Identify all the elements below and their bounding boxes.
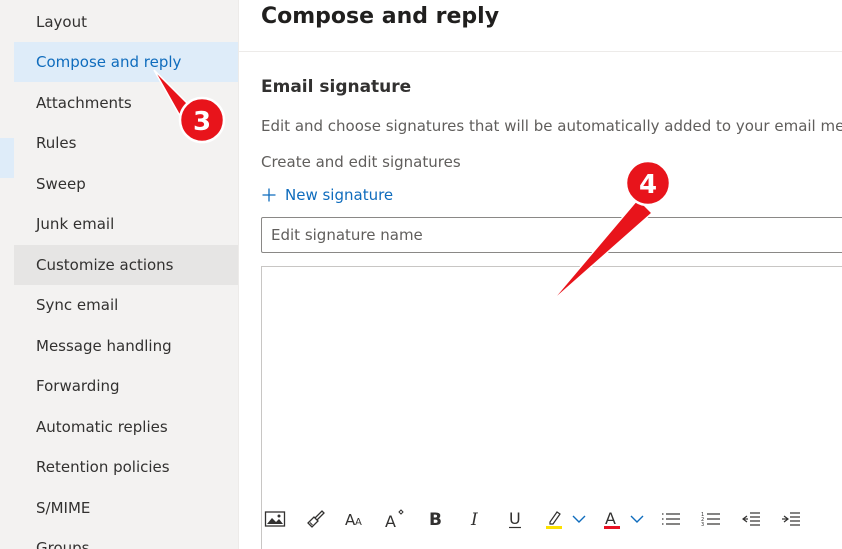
sidebar-item-sweep[interactable]: Sweep	[14, 164, 238, 204]
numbering-icon[interactable]: 123	[697, 505, 725, 533]
italic-icon[interactable]: I	[461, 505, 489, 533]
svg-text:I: I	[470, 510, 478, 528]
svg-text:A: A	[385, 512, 396, 529]
svg-text:A: A	[605, 509, 616, 528]
svg-text:U: U	[509, 509, 521, 528]
sidebar-item-compose-and-reply[interactable]: Compose and reply	[14, 42, 238, 82]
chevron-down-icon[interactable]	[629, 505, 645, 533]
sidebar-item-retention-policies[interactable]: Retention policies	[14, 447, 238, 487]
sidebar-item-smime[interactable]: S/MIME	[14, 488, 238, 528]
create-signatures-label: Create and edit signatures	[261, 153, 461, 171]
font-size-icon[interactable]: AA	[341, 505, 369, 533]
settings-content: Compose and reply Email signature Edit a…	[239, 0, 842, 549]
sidebar-item-attachments[interactable]: Attachments	[14, 83, 238, 123]
decrease-indent-icon[interactable]	[737, 505, 765, 533]
format-painter-icon[interactable]	[301, 505, 329, 533]
svg-text:3: 3	[701, 522, 704, 527]
sidebar-item-rules[interactable]: Rules	[14, 123, 238, 163]
underline-icon[interactable]: U	[501, 505, 529, 533]
sidebar-item-customize-actions[interactable]: Customize actions	[14, 245, 238, 285]
font-color-icon[interactable]: A	[599, 505, 627, 533]
svg-text:A: A	[355, 517, 362, 528]
app-rail	[0, 0, 14, 549]
sidebar-item-automatic-replies[interactable]: Automatic replies	[14, 407, 238, 447]
sidebar-item-sync-email[interactable]: Sync email	[14, 285, 238, 325]
formatting-toolbar: AA A B I U A 123	[261, 505, 817, 533]
highlight-icon[interactable]	[541, 505, 569, 533]
page-title: Compose and reply	[261, 4, 500, 29]
bullets-icon[interactable]	[657, 505, 685, 533]
bold-icon[interactable]: B	[421, 505, 449, 533]
title-divider	[239, 51, 842, 52]
sidebar-item-layout[interactable]: Layout	[14, 2, 238, 42]
signature-name-field[interactable]	[261, 217, 842, 253]
section-title: Email signature	[261, 77, 412, 97]
signature-description: Edit and choose signatures that will be …	[261, 117, 842, 135]
settings-sidebar: Layout Compose and reply Attachments Rul…	[14, 0, 238, 549]
sidebar-item-message-handling[interactable]: Message handling	[14, 326, 238, 366]
sidebar-item-groups[interactable]: Groups	[14, 528, 238, 549]
app-rail-selection	[0, 138, 14, 178]
new-signature-label: New signature	[285, 186, 394, 204]
sidebar-item-forwarding[interactable]: Forwarding	[14, 366, 238, 406]
svg-text:B: B	[429, 510, 442, 528]
new-signature-button[interactable]: New signature	[261, 183, 393, 207]
sidebar-item-junk-email[interactable]: Junk email	[14, 204, 238, 244]
text-effects-icon[interactable]: A	[381, 505, 409, 533]
plus-icon	[262, 188, 276, 202]
increase-indent-icon[interactable]	[777, 505, 805, 533]
insert-image-icon[interactable]	[261, 505, 289, 533]
chevron-down-icon[interactable]	[571, 505, 587, 533]
